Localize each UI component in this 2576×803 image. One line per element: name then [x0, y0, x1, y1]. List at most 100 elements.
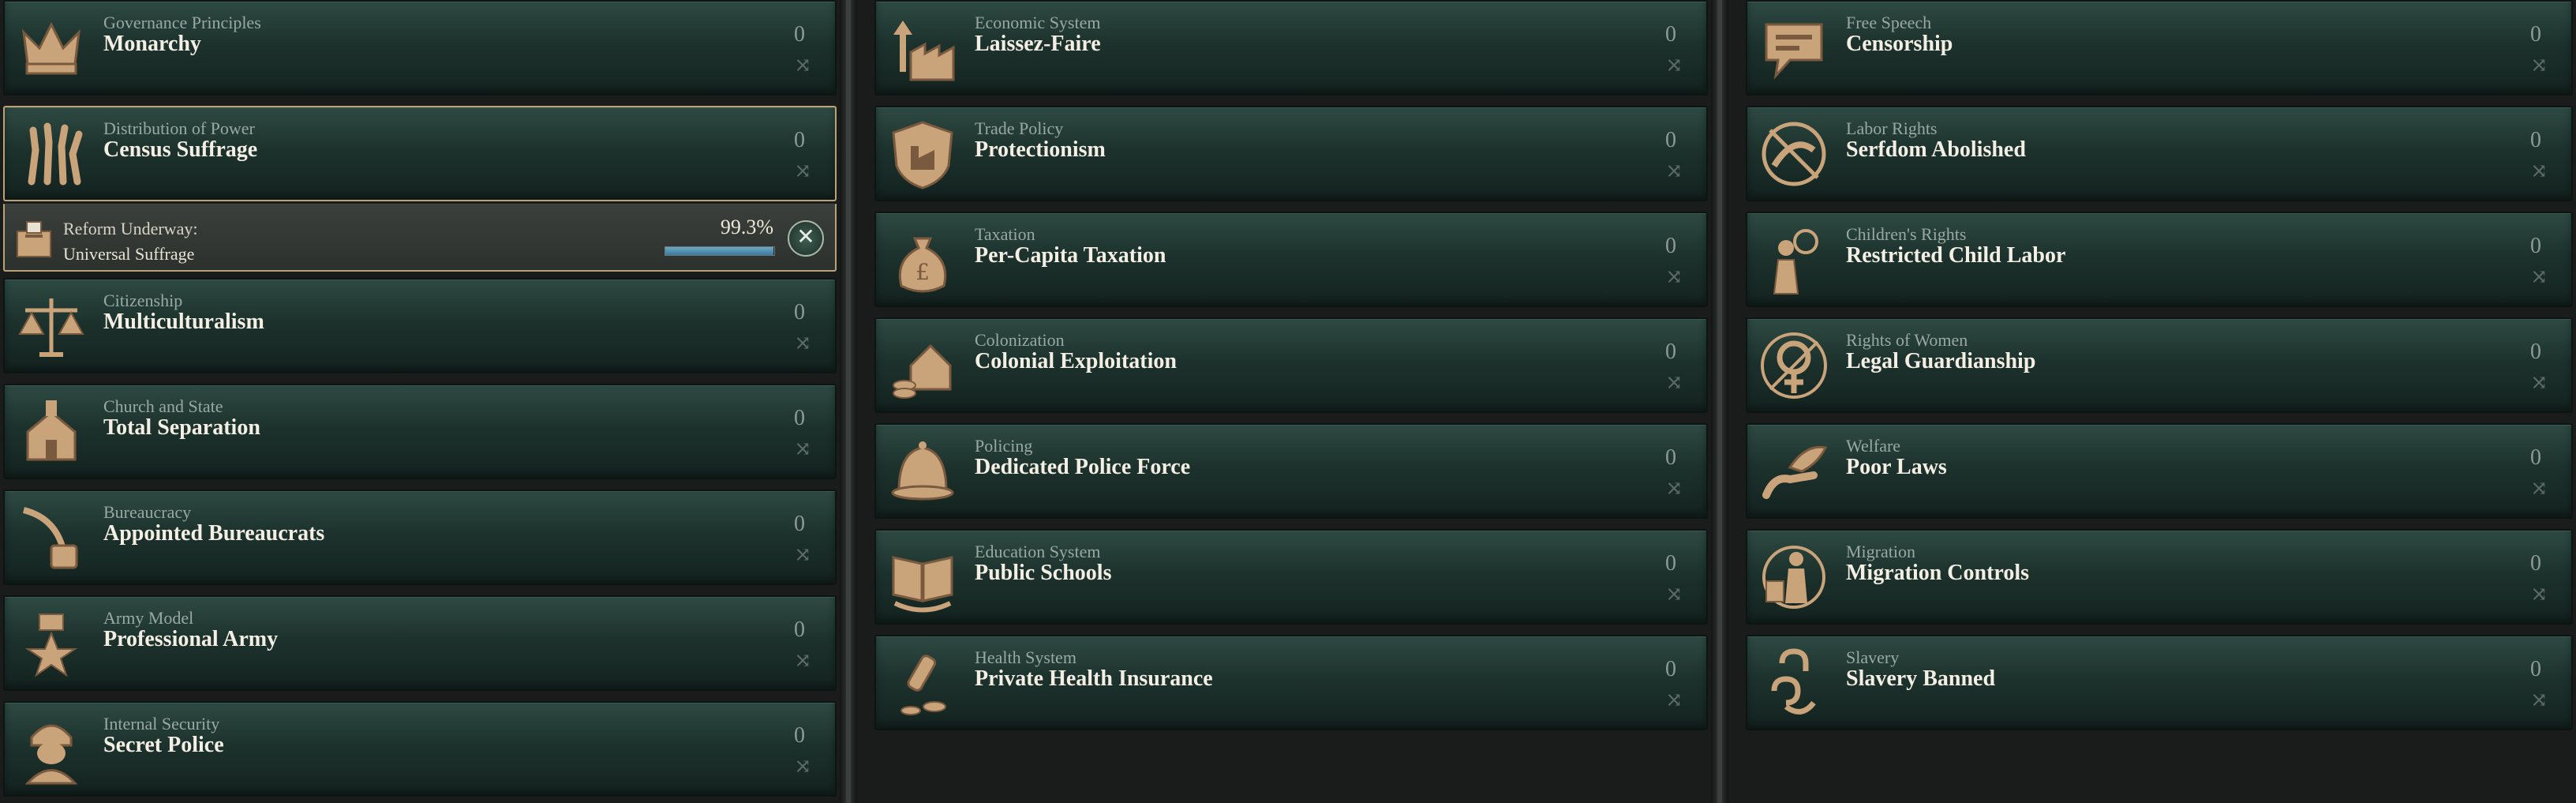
law-card[interactable]: Policing Dedicated Police Force 0 ⤨ — [874, 423, 1708, 519]
swap-icon: ⤨ — [1665, 54, 1683, 77]
law-card[interactable]: Children's Rights Restricted Child Labor 0… — [1746, 212, 2573, 307]
law-category: Taxation — [975, 224, 1035, 244]
law-category: Welfare — [1846, 436, 1901, 456]
law-card[interactable]: £ Taxation Per-Capita Taxation 0 ⤨ — [874, 212, 1708, 307]
law-category: Slavery — [1846, 647, 1900, 667]
law-card[interactable]: Economic System Laissez-Faire 0 ⤨ — [874, 0, 1708, 96]
reform-progress-fill — [665, 247, 774, 255]
law-card[interactable]: Rights of Women Legal Guardianship 0 ⤨ — [1746, 317, 2573, 413]
law-name: Poor Laws — [1846, 455, 1947, 479]
money-bag-icon: £ — [887, 224, 958, 295]
law-count: 0 — [2530, 445, 2541, 470]
swap-icon: ⤨ — [794, 649, 811, 672]
cancel-reform-button[interactable]: ✕ — [788, 220, 824, 257]
law-count: 0 — [794, 512, 805, 536]
law-category: Labor Rights — [1846, 118, 1938, 138]
swap-icon: ⤨ — [794, 437, 811, 460]
law-name: Laissez-Faire — [975, 32, 1101, 56]
law-count: 0 — [2530, 340, 2541, 364]
law-card[interactable]: Distribution of Power Census Suffrage 0 ⤨ — [3, 106, 837, 201]
law-name: Secret Police — [103, 733, 224, 757]
law-count: 0 — [794, 300, 805, 325]
swap-icon: ⤨ — [2530, 583, 2548, 606]
reform-law-name: Universal Suffrage — [63, 244, 195, 264]
swap-icon: ⤨ — [1665, 583, 1683, 606]
law-name: Slavery Banned — [1846, 666, 1996, 691]
reform-progress-percent: 99.3% — [720, 216, 773, 238]
law-name: Appointed Bureaucrats — [103, 521, 325, 546]
law-category: Health System — [975, 647, 1076, 667]
swap-icon: ⤨ — [2530, 689, 2548, 711]
law-name: Serfdom Abolished — [1846, 137, 2026, 162]
column-divider — [840, 0, 857, 803]
law-name: Census Suffrage — [103, 137, 258, 162]
law-count: 0 — [2530, 234, 2541, 258]
law-name: Censorship — [1846, 32, 1953, 56]
law-name: Restricted Child Labor — [1846, 243, 2066, 268]
ballot-box-icon — [14, 217, 54, 260]
law-count: 0 — [1665, 551, 1676, 576]
law-card[interactable]: Governance Principles Monarchy 0 ⤨ — [3, 0, 837, 96]
law-card[interactable]: Church and State Total Separation 0 ⤨ — [3, 384, 837, 479]
law-card[interactable]: Welfare Poor Laws 0 ⤨ — [1746, 423, 2573, 519]
law-name: Private Health Insurance — [975, 666, 1213, 691]
law-category: Governance Principles — [103, 13, 261, 32]
law-category: Army Model — [103, 608, 194, 628]
swap-icon: ⤨ — [2530, 159, 2548, 182]
reform-underway-panel: Reform Underway: Universal Suffrage 99.3% ✕ — [3, 204, 837, 272]
law-card[interactable]: Migration Migration Controls 0 ⤨ — [1746, 529, 2573, 625]
law-card[interactable]: Army Model Professional Army 0 ⤨ — [3, 595, 837, 691]
swap-icon: ⤨ — [794, 755, 811, 778]
law-count: 0 — [1665, 657, 1676, 681]
broken-shackle-icon — [1758, 647, 1829, 719]
migrant-figure-icon — [1758, 542, 1829, 613]
swap-icon: ⤨ — [2530, 477, 2548, 500]
swap-icon: ⤨ — [1665, 159, 1683, 182]
law-column-3: Free Speech Censorship 0 ⤨ Labor Rights Serfd… — [1743, 0, 2576, 803]
law-count: 0 — [1665, 22, 1676, 47]
child-clock-icon — [1758, 224, 1829, 295]
law-card[interactable]: Slavery Slavery Banned 0 ⤨ — [1746, 635, 2573, 730]
law-count: 0 — [1665, 234, 1676, 258]
law-count: 0 — [794, 617, 805, 642]
factory-shield-icon — [887, 118, 958, 189]
law-category: Distribution of Power — [103, 118, 255, 138]
law-count: 0 — [794, 723, 805, 748]
swap-icon: ⤨ — [2530, 371, 2548, 394]
law-card[interactable]: Colonization Colonial Exploitation 0 ⤨ — [874, 317, 1708, 413]
law-card[interactable]: Free Speech Censorship 0 ⤨ — [1746, 0, 2573, 96]
law-card[interactable]: Bureaucracy Appointed Bureaucrats 0 ⤨ — [3, 490, 837, 585]
law-card[interactable]: Labor Rights Serfdom Abolished 0 ⤨ — [1746, 106, 2573, 201]
law-category: Rights of Women — [1846, 330, 1968, 350]
law-category: Citizenship — [103, 291, 183, 310]
crown-icon — [16, 13, 87, 84]
law-card[interactable]: Citizenship Multiculturalism 0 ⤨ — [3, 278, 837, 373]
law-count: 0 — [2530, 128, 2541, 152]
law-name: Migration Controls — [1846, 561, 2030, 585]
law-category: Economic System — [975, 13, 1101, 32]
police-helmet-icon — [887, 436, 958, 507]
law-name: Legal Guardianship — [1846, 349, 2036, 373]
law-name: Dedicated Police Force — [975, 455, 1191, 479]
law-count: 0 — [794, 22, 805, 47]
law-name: Protectionism — [975, 137, 1106, 162]
law-card[interactable]: Education System Public Schools 0 ⤨ — [874, 529, 1708, 625]
venus-symbol-icon — [1758, 330, 1829, 401]
law-name: Multiculturalism — [103, 310, 264, 334]
law-count: 0 — [1665, 128, 1676, 152]
law-category: Children's Rights — [1846, 224, 1967, 244]
swap-icon: ⤨ — [794, 543, 811, 566]
law-category: Migration — [1846, 542, 1915, 561]
swap-icon: ⤨ — [1665, 689, 1683, 711]
law-card[interactable]: Health System Private Health Insurance 0 ⤨ — [874, 635, 1708, 730]
law-card[interactable]: Trade Policy Protectionism 0 ⤨ — [874, 106, 1708, 201]
column-divider — [1711, 0, 1728, 803]
law-name: Colonial Exploitation — [975, 349, 1177, 373]
swap-icon: ⤨ — [794, 332, 811, 355]
swap-icon: ⤨ — [1665, 477, 1683, 500]
broken-chains-icon — [1758, 118, 1829, 189]
factory-arrow-icon — [887, 13, 958, 84]
law-card[interactable]: Internal Security Secret Police 0 ⤨ — [3, 701, 837, 797]
law-column-2: Economic System Laissez-Faire 0 ⤨ Trade Poli… — [871, 0, 1711, 803]
swap-icon: ⤨ — [2530, 265, 2548, 288]
